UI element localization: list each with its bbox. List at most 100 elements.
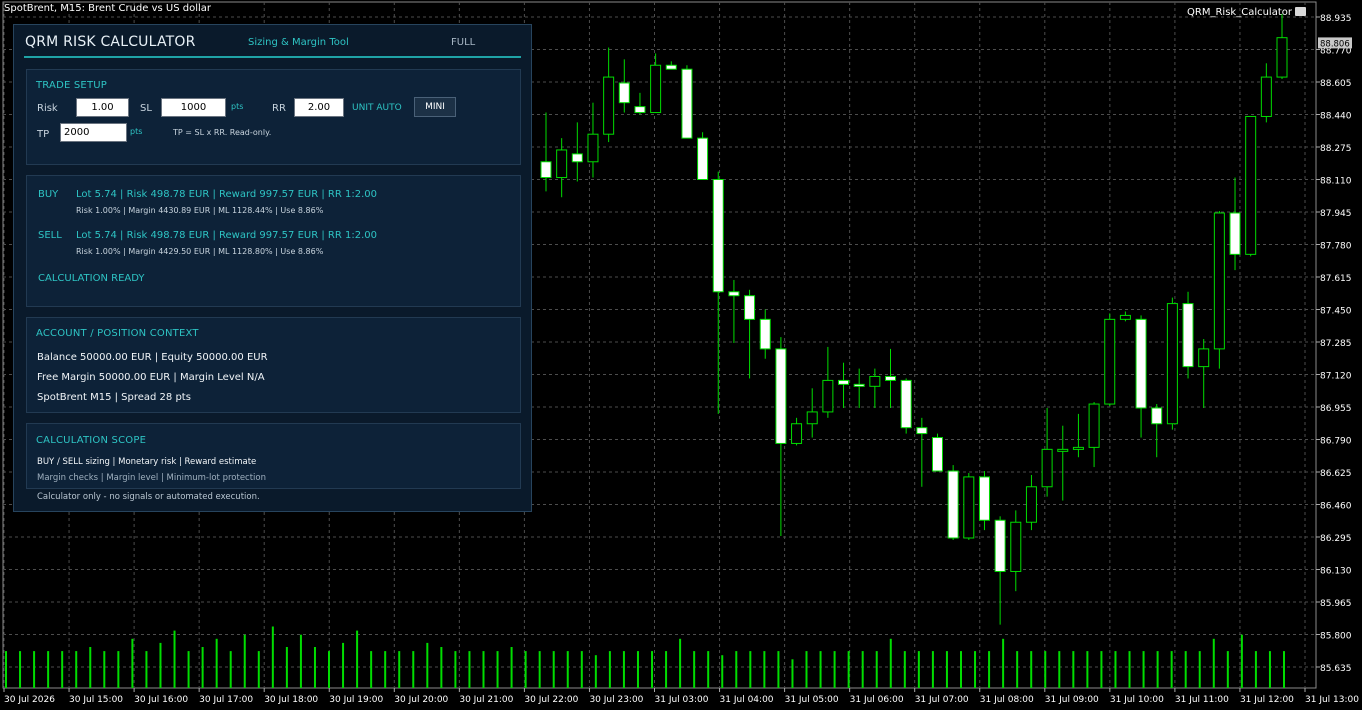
bear-candle xyxy=(885,375,897,381)
sell-details: Risk 1.00% | Margin 4429.50 EUR | ML 112… xyxy=(76,247,324,256)
price-tick-label: 86.625 xyxy=(1320,469,1352,479)
unit-auto-label: UNIT AUTO xyxy=(352,103,402,113)
bull-candle xyxy=(603,76,615,135)
price-tick-label: 86.955 xyxy=(1320,404,1352,414)
bear-candle xyxy=(759,318,771,350)
bull-candle xyxy=(963,476,975,539)
price-tick-label: 86.460 xyxy=(1320,502,1352,512)
bear-candle xyxy=(775,348,787,444)
time-tick-label: 31 Jul 09:00 xyxy=(1045,695,1099,705)
time-tick-label: 30 Jul 2026 xyxy=(4,695,55,705)
rr-label: RR xyxy=(272,103,286,114)
tp-input[interactable]: 2000 xyxy=(60,123,127,142)
results-section: BUY Lot 5.74 | Risk 498.78 EUR | Reward … xyxy=(26,175,521,307)
bear-candle xyxy=(618,82,630,104)
bull-candle xyxy=(650,64,662,114)
panel-header: QRM RISK CALCULATOR Sizing & Margin Tool… xyxy=(14,25,531,58)
sell-result: Lot 5.74 | Risk 498.78 EUR | Reward 997.… xyxy=(76,230,377,241)
sl-input[interactable]: 1000 xyxy=(161,98,226,117)
time-tick-label: 31 Jul 13:00 xyxy=(1305,695,1359,705)
price-tick-label: 87.120 xyxy=(1320,372,1352,382)
time-tick-label: 30 Jul 23:00 xyxy=(589,695,643,705)
time-tick-label: 31 Jul 05:00 xyxy=(785,695,839,705)
bull-candle xyxy=(806,411,818,425)
bear-candle xyxy=(540,161,552,179)
time-tick-label: 30 Jul 20:00 xyxy=(394,695,448,705)
symbol-spread-line: SpotBrent M15 | Spread 28 pts xyxy=(37,392,191,403)
scope-heading: CALCULATION SCOPE xyxy=(36,435,147,446)
bull-candle xyxy=(1057,448,1069,452)
bear-candle xyxy=(571,153,583,163)
bear-candle xyxy=(916,427,928,435)
bull-candle xyxy=(822,379,834,413)
risk-label: Risk xyxy=(37,103,58,114)
price-tick-label: 88.275 xyxy=(1320,144,1352,154)
time-tick-label: 31 Jul 03:00 xyxy=(655,695,709,705)
bull-candle xyxy=(1119,314,1131,320)
panel-title: QRM RISK CALCULATOR xyxy=(25,34,196,50)
full-mode-button[interactable]: FULL xyxy=(451,37,475,48)
hat-icon xyxy=(1295,7,1306,16)
time-tick-label: 31 Jul 08:00 xyxy=(980,695,1034,705)
trade-setup-heading: TRADE SETUP xyxy=(36,80,108,91)
bull-candle xyxy=(1104,318,1116,405)
bull-candle xyxy=(1166,303,1178,425)
bear-candle xyxy=(744,295,756,320)
tp-note: TP = SL x RR. Read-only. xyxy=(173,128,272,137)
time-tick-label: 30 Jul 19:00 xyxy=(329,695,383,705)
price-tick-label: 88.935 xyxy=(1320,14,1352,24)
price-tick-label: 88.110 xyxy=(1320,177,1352,187)
rr-input[interactable]: 2.00 xyxy=(294,98,344,117)
risk-calculator-panel: QRM RISK CALCULATOR Sizing & Margin Tool… xyxy=(13,24,532,512)
bear-candle xyxy=(712,179,724,293)
price-tick-label: 86.295 xyxy=(1320,534,1352,544)
buy-result: Lot 5.74 | Risk 498.78 EUR | Reward 997.… xyxy=(76,189,377,200)
bull-candle xyxy=(1213,212,1225,350)
bear-candle xyxy=(931,437,943,472)
risk-input[interactable]: 1.00 xyxy=(76,98,129,117)
bull-candle xyxy=(1260,76,1272,117)
bear-candle xyxy=(1182,303,1194,368)
time-tick-label: 30 Jul 18:00 xyxy=(264,695,318,705)
tp-label: TP xyxy=(37,129,50,140)
price-tick-label: 87.450 xyxy=(1320,307,1352,317)
chart-symbol-title: SpotBrent, M15: Brent Crude vs US dollar xyxy=(4,3,212,14)
sl-label: SL xyxy=(140,103,152,114)
current-price-label: 88.806 xyxy=(1320,39,1350,49)
margin-line: Free Margin 50000.00 EUR | Margin Level … xyxy=(37,372,265,383)
price-tick-label: 86.130 xyxy=(1320,567,1352,577)
sell-label: SELL xyxy=(38,230,62,241)
bull-candle xyxy=(1010,521,1022,572)
time-tick-label: 31 Jul 10:00 xyxy=(1110,695,1164,705)
calculation-status: CALCULATION READY xyxy=(38,273,145,284)
bear-candle xyxy=(838,379,850,385)
time-tick-label: 31 Jul 06:00 xyxy=(850,695,904,705)
mini-button[interactable]: MINI xyxy=(414,97,456,117)
account-context-section: ACCOUNT / POSITION CONTEXT Balance 50000… xyxy=(26,317,521,413)
time-tick-label: 31 Jul 04:00 xyxy=(720,695,774,705)
bear-candle xyxy=(634,106,646,114)
bull-candle xyxy=(556,149,568,179)
price-tick-label: 86.790 xyxy=(1320,437,1352,447)
time-tick-label: 31 Jul 07:00 xyxy=(915,695,969,705)
time-tick-label: 30 Jul 17:00 xyxy=(199,695,253,705)
bull-candle xyxy=(1198,348,1210,368)
bull-candle xyxy=(1025,486,1037,523)
bear-candle xyxy=(1229,212,1241,255)
time-tick-label: 30 Jul 16:00 xyxy=(134,695,188,705)
bear-candle xyxy=(728,291,740,297)
price-tick-label: 87.945 xyxy=(1320,209,1352,219)
panel-subtitle: Sizing & Margin Tool xyxy=(248,37,349,48)
bull-candle xyxy=(1041,448,1053,488)
bear-candle xyxy=(681,68,693,139)
bull-candle xyxy=(1276,37,1288,78)
time-tick-label: 30 Jul 15:00 xyxy=(69,695,123,705)
bear-candle xyxy=(994,519,1006,572)
indicator-label[interactable]: QRM_Risk_Calculator xyxy=(1187,7,1306,18)
sl-unit: pts xyxy=(231,102,244,111)
price-tick-label: 85.635 xyxy=(1320,664,1352,674)
buy-details: Risk 1.00% | Margin 4430.89 EUR | ML 112… xyxy=(76,206,324,215)
time-tick-label: 31 Jul 12:00 xyxy=(1240,695,1294,705)
price-tick-label: 87.615 xyxy=(1320,274,1352,284)
bull-candle xyxy=(1072,446,1084,450)
